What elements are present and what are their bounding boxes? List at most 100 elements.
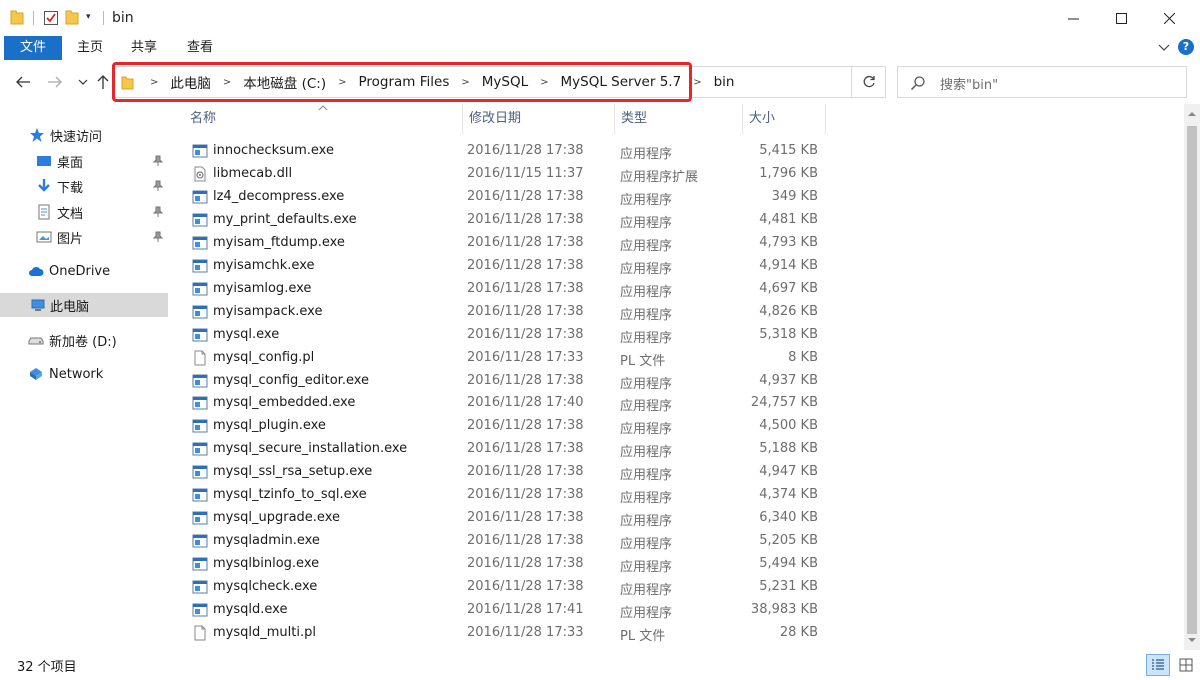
nav-downloads[interactable]: 下载: [0, 174, 168, 198]
column-header-size[interactable]: 大小: [742, 104, 826, 134]
file-row[interactable]: mysqladmin.exe 2016/11/28 17:38 应用程序 5,205 …: [184, 530, 824, 553]
tab-view[interactable]: 查看: [178, 36, 222, 60]
file-size: 24,757 KB: [750, 395, 818, 411]
breadcrumb-program-files[interactable]: Program Files: [358, 74, 449, 90]
file-row[interactable]: mysql_upgrade.exe 2016/11/28 17:38 应用程序 6,3…: [184, 507, 824, 530]
chevron-right-icon[interactable]: >: [461, 77, 469, 88]
close-button[interactable]: [1146, 0, 1192, 36]
nav-volume-d[interactable]: 新加卷 (D:): [0, 328, 168, 352]
nav-desktop[interactable]: 桌面: [0, 149, 168, 173]
file-row[interactable]: mysqld.exe 2016/11/28 17:41 应用程序 38,983 KB: [184, 599, 824, 622]
file-row[interactable]: myisam_ftdump.exe 2016/11/28 17:38 应用程序 4,7…: [184, 232, 824, 255]
file-row[interactable]: myisamchk.exe 2016/11/28 17:38 应用程序 4,914 K…: [184, 255, 824, 278]
file-row[interactable]: libmecab.dll 2016/11/15 11:37 应用程序扩展 1,796 …: [184, 163, 824, 186]
chevron-right-icon[interactable]: >: [338, 77, 346, 88]
file-type: 应用程序: [620, 445, 673, 461]
file-date: 2016/11/28 17:38: [467, 464, 584, 480]
file-date: 2016/11/28 17:38: [467, 510, 584, 526]
breadcrumb-mysql-server[interactable]: MySQL Server 5.7: [561, 74, 682, 90]
file-row[interactable]: mysqld_multi.pl 2016/11/28 17:33 PL 文件 28 K…: [184, 622, 824, 645]
nav-pictures[interactable]: 图片: [0, 225, 168, 249]
address-bar[interactable]: > 此电脑 > 本地磁盘 (C:) > Program Files > MySQ…: [112, 66, 955, 98]
chevron-right-icon[interactable]: >: [150, 77, 158, 88]
file-name: mysql_tzinfo_to_sql.exe: [213, 487, 367, 503]
nav-onedrive[interactable]: OneDrive: [0, 259, 168, 283]
file-row[interactable]: lz4_decompress.exe 2016/11/28 17:38 应用程序 34…: [184, 186, 824, 209]
breadcrumb-bin[interactable]: bin: [714, 74, 735, 90]
file-type: 应用程序: [620, 422, 673, 438]
file-row[interactable]: mysql_tzinfo_to_sql.exe 2016/11/28 17:38 应…: [184, 484, 824, 507]
forward-arrow-icon: [48, 76, 62, 88]
file-date: 2016/11/28 17:38: [467, 556, 584, 572]
pin-icon[interactable]: [152, 180, 164, 192]
tab-share[interactable]: 共享: [122, 36, 166, 60]
tab-file[interactable]: 文件: [4, 36, 62, 60]
breadcrumb-mysql[interactable]: MySQL: [482, 74, 528, 90]
details-view-button[interactable]: [1146, 654, 1170, 676]
recent-locations-button[interactable]: [73, 72, 93, 92]
file-date: 2016/11/28 17:38: [467, 372, 584, 388]
large-icons-view-button[interactable]: [1174, 654, 1198, 676]
file-row[interactable]: mysql_plugin.exe 2016/11/28 17:38 应用程序 4,50…: [184, 415, 824, 438]
file-row[interactable]: mysql_secure_installation.exe 2016/11/28 …: [184, 438, 824, 461]
new-folder-icon[interactable]: [65, 9, 79, 25]
column-header-name[interactable]: 名称: [184, 104, 462, 134]
properties-icon[interactable]: [44, 11, 58, 25]
expand-ribbon-chevron-icon[interactable]: [1157, 40, 1171, 54]
nav-documents[interactable]: 文档: [0, 200, 168, 224]
maximize-button[interactable]: [1098, 0, 1144, 36]
breadcrumb-local-disk-c[interactable]: 本地磁盘 (C:): [243, 72, 326, 92]
help-icon[interactable]: ?: [1178, 39, 1194, 55]
breadcrumb-this-pc[interactable]: 此电脑: [170, 72, 211, 92]
file-row[interactable]: myisamlog.exe 2016/11/28 17:38 应用程序 4,697 K…: [184, 278, 824, 301]
file-row[interactable]: myisampack.exe 2016/11/28 17:38 应用程序 4,826 …: [184, 301, 824, 324]
up-button[interactable]: [93, 72, 113, 92]
quick-access-dropdown[interactable]: ▾: [86, 12, 91, 22]
up-arrow-icon: [97, 75, 109, 89]
file-row[interactable]: mysql_ssl_rsa_setup.exe 2016/11/28 17:38 应…: [184, 461, 824, 484]
chevron-right-icon[interactable]: >: [223, 77, 231, 88]
pin-icon[interactable]: [152, 206, 164, 218]
file-row[interactable]: mysql_config.pl 2016/11/28 17:33 PL 文件 8 KB: [184, 347, 824, 370]
item-count: 32 个项目: [17, 660, 77, 675]
scroll-up-icon[interactable]: [1188, 110, 1196, 118]
file-row[interactable]: innochecksum.exe 2016/11/28 17:38 应用程序 5,41…: [184, 140, 824, 163]
column-header-date[interactable]: 修改日期: [462, 104, 614, 134]
search-input[interactable]: 搜索"bin": [897, 66, 1187, 98]
column-header-type[interactable]: 类型: [614, 104, 742, 134]
refresh-button[interactable]: [852, 66, 886, 98]
file-row[interactable]: mysql_embedded.exe 2016/11/28 17:40 应用程序 24…: [184, 392, 824, 415]
file-type: 应用程序: [620, 215, 673, 231]
pin-icon[interactable]: [152, 155, 164, 167]
scroll-down-icon[interactable]: [1188, 636, 1196, 644]
forward-button[interactable]: [45, 72, 65, 92]
file-size: 4,697 KB: [759, 280, 818, 296]
vertical-scrollbar[interactable]: [1184, 104, 1200, 650]
file-type: 应用程序: [620, 330, 673, 346]
file-row[interactable]: my_print_defaults.exe 2016/11/28 17:38 应用程…: [184, 209, 824, 232]
window-title: bin: [112, 10, 134, 26]
file-name: myisam_ftdump.exe: [213, 234, 345, 250]
nav-this-pc[interactable]: 此电脑: [0, 293, 168, 317]
application-icon: [192, 557, 208, 571]
folder-icon[interactable]: [10, 9, 24, 25]
network-icon: [30, 368, 42, 380]
nav-network[interactable]: Network: [0, 362, 168, 386]
nav-label: 文档: [57, 206, 84, 222]
desktop-icon: [37, 156, 51, 166]
back-button[interactable]: [13, 72, 33, 92]
minimize-button[interactable]: [1050, 0, 1096, 36]
file-row[interactable]: mysqlcheck.exe 2016/11/28 17:38 应用程序 5,231 …: [184, 576, 824, 599]
pin-icon[interactable]: [152, 231, 164, 243]
file-size: 4,500 KB: [759, 418, 818, 434]
tab-home[interactable]: 主页: [68, 36, 112, 60]
file-row[interactable]: mysql.exe 2016/11/28 17:38 应用程序 5,318 KB: [184, 324, 824, 347]
chevron-right-icon[interactable]: >: [693, 77, 701, 88]
file-type: 应用程序: [620, 399, 673, 415]
file-type: 应用程序: [620, 261, 673, 277]
nav-quick-access[interactable]: 快速访问: [0, 123, 168, 147]
chevron-right-icon[interactable]: >: [540, 77, 548, 88]
file-row[interactable]: mysql_config_editor.exe 2016/11/28 17:38 应…: [184, 370, 824, 393]
scrollbar-thumb[interactable]: [1187, 126, 1197, 634]
file-row[interactable]: mysqlbinlog.exe 2016/11/28 17:38 应用程序 5,494…: [184, 553, 824, 576]
